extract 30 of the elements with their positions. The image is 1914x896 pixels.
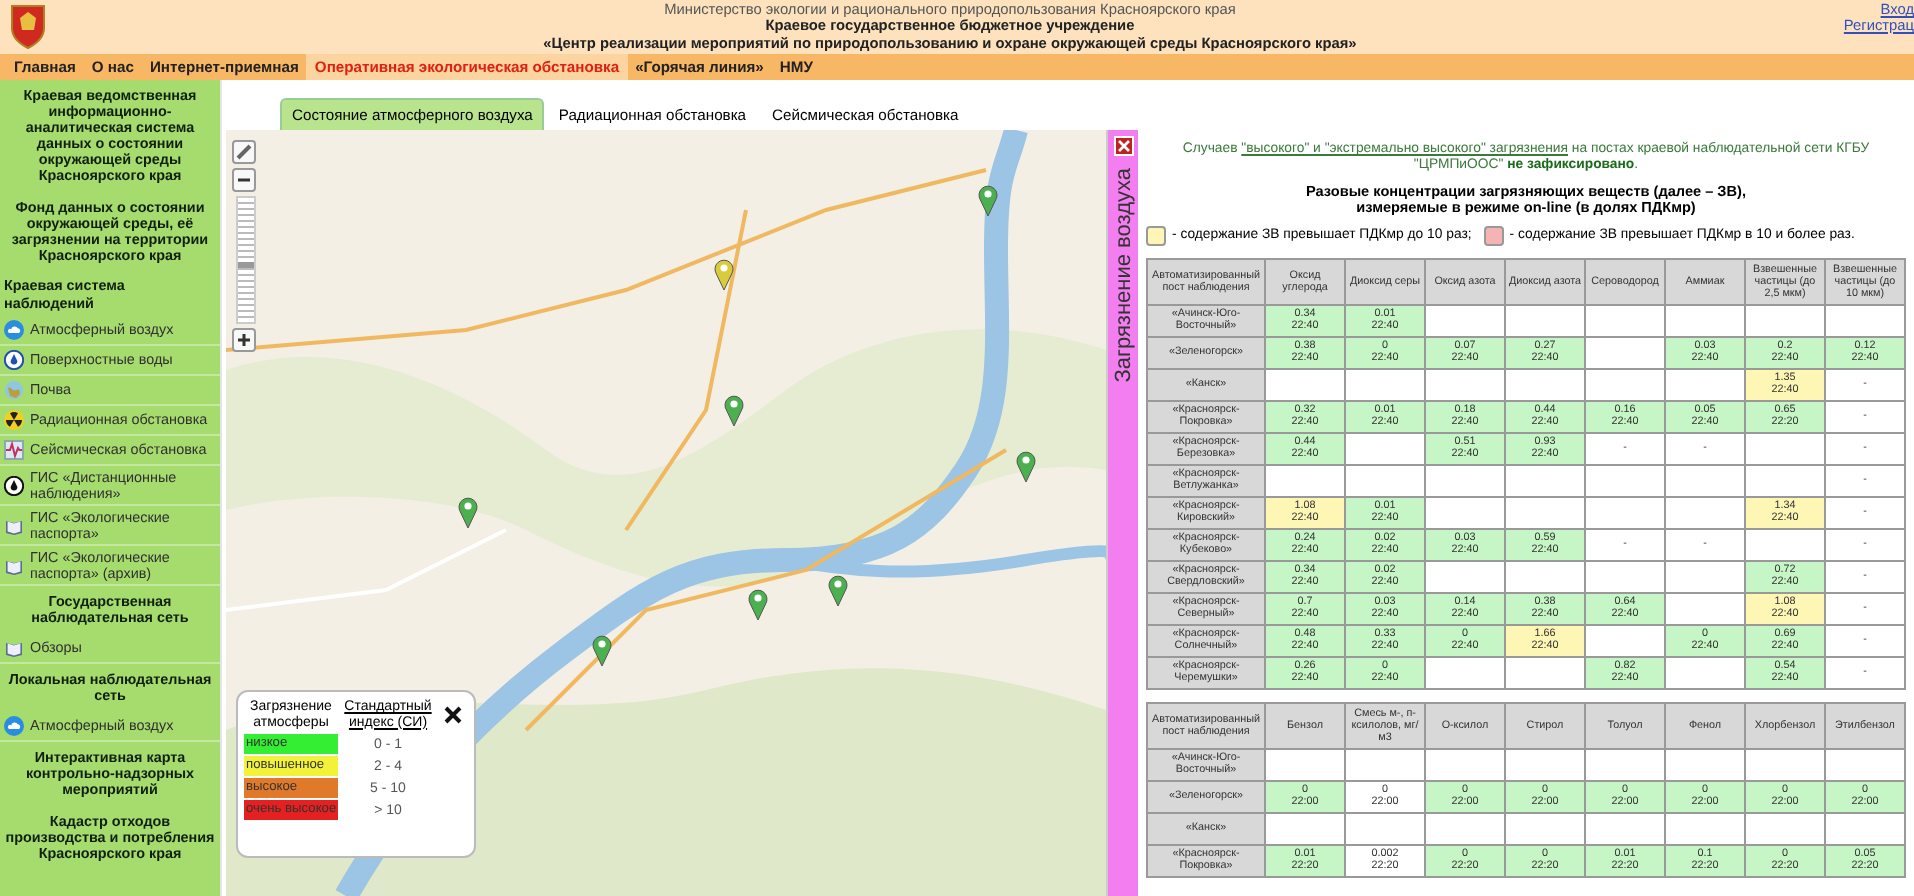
zoom-thumb[interactable]: [238, 261, 254, 268]
plus-icon: [236, 332, 252, 348]
map-pin[interactable]: [748, 588, 768, 620]
map-pin[interactable]: [592, 634, 612, 666]
book-icon: [4, 638, 24, 658]
ruler-button[interactable]: [232, 140, 256, 164]
coat-of-arms-icon: [8, 2, 48, 50]
radiation-icon: [4, 410, 24, 430]
drop-icon: [4, 350, 24, 370]
book-icon: [4, 515, 24, 535]
close-icon[interactable]: [444, 706, 462, 724]
pencil-icon: [236, 144, 252, 160]
cloud-icon: [4, 716, 24, 736]
map-pin[interactable]: [458, 496, 478, 528]
map-pin[interactable]: [828, 574, 848, 606]
map-pin[interactable]: [724, 394, 744, 426]
cloud-icon: [4, 320, 24, 340]
zoom-slider[interactable]: [236, 196, 256, 324]
globe-icon: [4, 380, 24, 400]
map-pin[interactable]: [714, 258, 734, 290]
map-pin[interactable]: [978, 184, 998, 216]
seismograph-icon: [4, 440, 24, 460]
drop-icon: [4, 475, 24, 495]
panel-title: Загрязнение воздуха: [1111, 168, 1135, 383]
close-icon: [1117, 140, 1129, 152]
zoom-in-button[interactable]: [232, 328, 256, 352]
close-button[interactable]: [1113, 136, 1133, 156]
map-pin[interactable]: [1016, 450, 1036, 482]
book-icon: [4, 555, 24, 575]
zoom-out-button[interactable]: [232, 168, 256, 192]
